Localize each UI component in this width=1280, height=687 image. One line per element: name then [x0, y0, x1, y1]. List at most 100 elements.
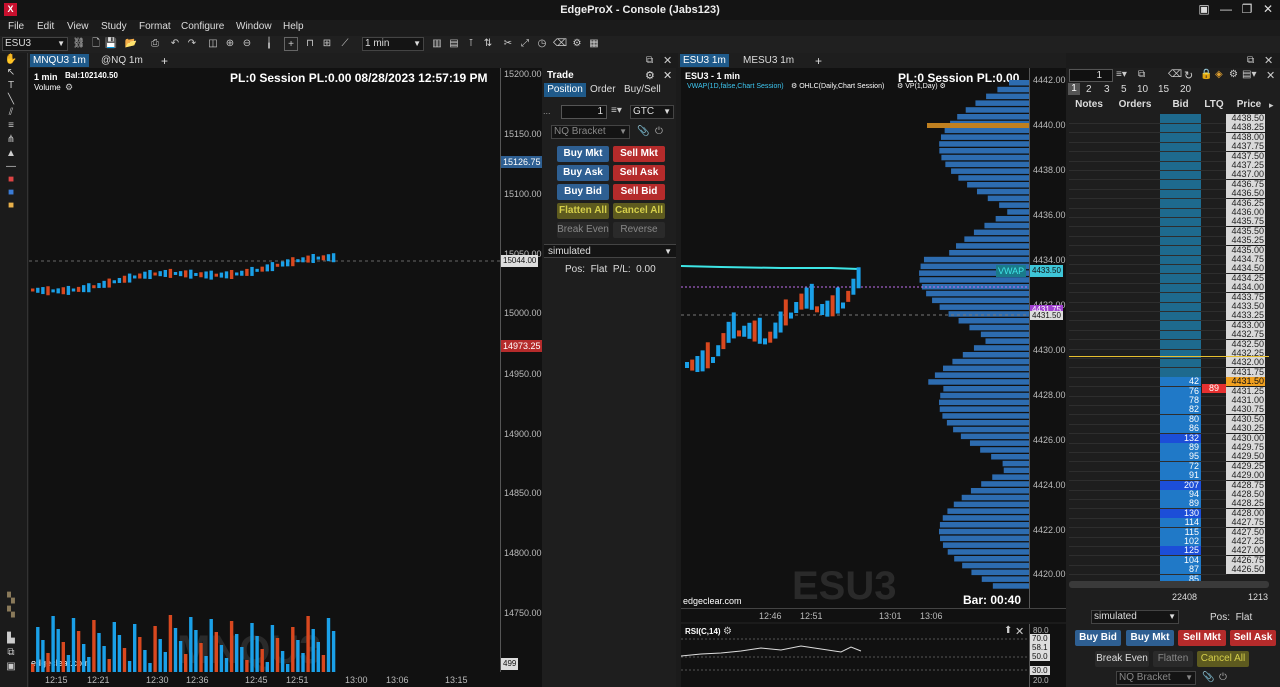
tick-icon[interactable]: ⊺ [464, 37, 478, 51]
target-icon[interactable]: ◈ [1215, 69, 1223, 80]
scale-icon[interactable]: ⇅ [481, 37, 495, 51]
buy-bid-button[interactable]: Buy Bid [557, 184, 609, 200]
col-orders[interactable]: Orders [1113, 98, 1157, 112]
blue-color-icon[interactable]: ■ [4, 187, 18, 199]
tick-tab-5[interactable]: 5 [1121, 84, 1127, 95]
dom-flatten-button[interactable]: Flatten [1153, 651, 1193, 667]
attach-icon[interactable]: 📎 [1202, 672, 1214, 683]
sell-mkt-button[interactable]: Sell Mkt [613, 146, 665, 162]
tick-tab-10[interactable]: 10 [1137, 84, 1148, 95]
menu-view[interactable]: View [67, 21, 89, 32]
cursor-sync-icon[interactable]: ⊞ [320, 37, 334, 51]
sell-bid-button[interactable]: Sell Bid [613, 184, 665, 200]
dom-sell-mkt-button[interactable]: Sell Mkt [1178, 630, 1226, 646]
interval-combo[interactable]: 1 min ▼ [362, 37, 424, 51]
clock-icon[interactable]: ◷ [535, 37, 549, 51]
pointer-icon[interactable]: ↖ [4, 67, 18, 79]
draw-tool-icon[interactable]: ⟋ [338, 37, 352, 51]
bid-cell[interactable]: 91 [1160, 471, 1201, 481]
popout-icon[interactable]: ⧉ [646, 55, 653, 66]
price-cell[interactable]: 4432.75 [1226, 330, 1265, 340]
gear-icon[interactable]: ⚙ [645, 69, 655, 82]
tab-order[interactable]: Order [590, 84, 616, 95]
undo-icon[interactable]: ↶ [168, 37, 182, 51]
shape-tool-icon[interactable]: ▲ [4, 148, 18, 160]
bid-cell[interactable]: 42 [1160, 377, 1201, 387]
close-button[interactable]: ✕ [1260, 2, 1276, 16]
close-icon[interactable]: ✕ [1264, 54, 1273, 67]
tick-tab-15[interactable]: 15 [1158, 84, 1169, 95]
minimize-button[interactable]: — [1218, 2, 1234, 16]
dom-cancel-all-button[interactable]: Cancel All [1197, 651, 1249, 667]
maximize-button[interactable]: ❐ [1239, 2, 1255, 16]
layers-icon[interactable]: ▣ [4, 661, 18, 673]
buy-ask-button[interactable]: Buy Ask [557, 165, 609, 181]
price-cell[interactable]: 4436.50 [1226, 189, 1265, 199]
qty-input[interactable]: 1 [561, 105, 607, 119]
tick-tab-2[interactable]: 2 [1086, 84, 1092, 95]
gear-icon[interactable]: ⚙ [1229, 69, 1238, 80]
line-tool-icon[interactable]: ╲ [4, 94, 18, 106]
tick-tab-1[interactable]: 1 [1068, 83, 1080, 95]
yellow-color-icon[interactable]: ■ [4, 200, 18, 212]
arrange-icon[interactable]: ⤢ [518, 37, 532, 51]
col-bid[interactable]: Bid [1160, 98, 1201, 112]
price-cell[interactable]: 4437.75 [1226, 142, 1265, 152]
reverse-button[interactable]: Reverse [613, 222, 665, 238]
chart-icon[interactable]: ▙ [4, 633, 18, 645]
channel-tool-icon[interactable]: ⫽ [4, 107, 18, 119]
power-icon[interactable]: ⏻ [655, 126, 663, 137]
tab-mesu3[interactable]: MESU3 1m [740, 54, 797, 67]
dom-bracket-select[interactable]: NQ Bracket ▼ [1116, 671, 1196, 685]
layout-icon[interactable]: ▤▾ [1242, 69, 1256, 80]
add-tab-button[interactable]: + [158, 53, 171, 69]
pattern2-icon[interactable]: ▚ [4, 607, 18, 619]
rsi-pane[interactable]: RSI(C,14) ⚙ ⬆ ✕ [681, 624, 1029, 687]
tab-esu3[interactable]: ESU3 1m [680, 54, 729, 67]
col-price[interactable]: Price [1227, 98, 1271, 112]
cancel-all-button[interactable]: Cancel All [613, 203, 665, 219]
tools-icon[interactable]: ✂ [501, 37, 515, 51]
dom-account-select[interactable]: simulated ▼ [1091, 610, 1179, 624]
right-time-axis[interactable]: 12:46 12:51 13:01 13:06 [681, 608, 1066, 622]
left-chart-area[interactable]: 1 min Bal:102140.50 Volume ⚙ PL:0 Sessio… [29, 68, 500, 672]
menu-study[interactable]: Study [101, 21, 127, 32]
tab-nq[interactable]: @NQ 1m [98, 54, 146, 67]
menu-format[interactable]: Format [139, 21, 171, 32]
dom-qty-input[interactable]: 1 [1069, 69, 1113, 82]
bid-cell[interactable]: 114 [1160, 518, 1201, 528]
lock-icon[interactable]: 🔒 [1200, 69, 1212, 80]
tick-tab-20[interactable]: 20 [1180, 84, 1191, 95]
close-icon[interactable]: ✕ [663, 54, 672, 67]
magnet-icon[interactable]: ⊓ [303, 37, 317, 51]
eraser-icon[interactable]: ⌫ [553, 37, 567, 51]
col-ltq[interactable]: LTQ [1202, 98, 1226, 112]
collapse-icon[interactable]: ▸ [1269, 100, 1274, 111]
price-cell[interactable]: 4426.50 [1226, 565, 1265, 575]
hand-icon[interactable]: ✋ [4, 54, 18, 66]
settings-icon[interactable]: ⚙ [570, 37, 584, 51]
close-icon[interactable]: ✕ [1266, 69, 1275, 82]
tab-position[interactable]: Position [544, 83, 586, 97]
fib-tool-icon[interactable]: ≡ [4, 120, 18, 132]
bar-chart-icon[interactable]: ▥ [430, 37, 444, 51]
close-icon[interactable]: ✕ [663, 69, 672, 82]
indicator-icon[interactable]: ⧉ [4, 647, 18, 659]
price-cell[interactable]: 4430.25 [1226, 424, 1265, 434]
dom-buy-mkt-button[interactable]: Buy Mkt [1126, 630, 1174, 646]
right-chart-area[interactable]: ESU3 - 1 min VWAP(1D,false,Chart Session… [681, 68, 1029, 608]
price-cell[interactable]: 4435.25 [1226, 236, 1265, 246]
grid-icon[interactable]: ▦ [587, 37, 601, 51]
right-price-axis[interactable]: 4442.00 4440.00 4438.00 4436.00 4434.00 … [996, 68, 1066, 608]
eraser-icon[interactable]: ⌫ [1168, 69, 1182, 80]
tick-tab-3[interactable]: 3 [1104, 84, 1110, 95]
zoom-in-icon[interactable]: ⊕ [223, 37, 237, 51]
zoom-out-icon[interactable]: ⊖ [240, 37, 254, 51]
columns-icon[interactable]: ⧉ [1138, 69, 1145, 80]
link-icon[interactable]: ⛓ [72, 37, 86, 51]
symbol-combo[interactable]: ESU3 ▼ [2, 37, 68, 51]
price-ladder[interactable]: 4438.50 4438.25 4438.00 4437.75 4437.50 4437.… [1066, 114, 1280, 584]
dom-buy-bid-button[interactable]: Buy Bid [1075, 630, 1121, 646]
screenshot-icon[interactable]: ◫ [206, 37, 220, 51]
menu-file[interactable]: File [8, 21, 24, 32]
